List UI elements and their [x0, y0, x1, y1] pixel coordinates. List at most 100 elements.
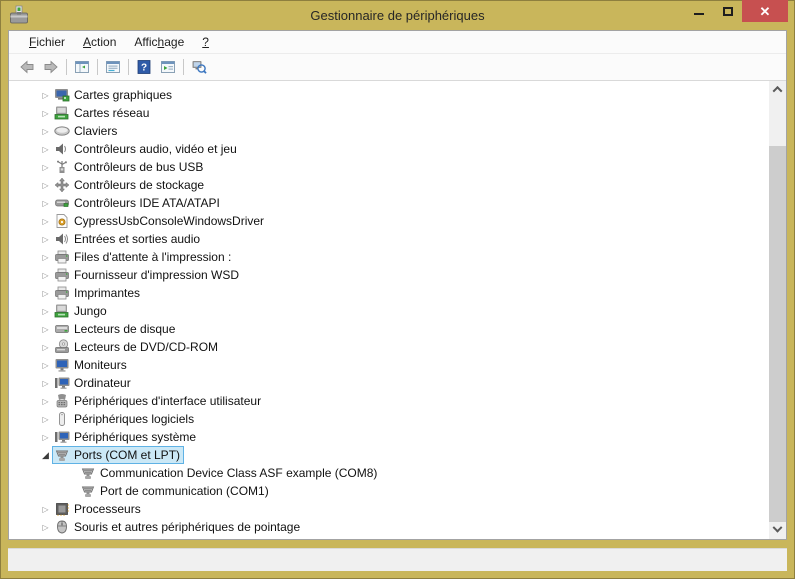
tree-item[interactable]: ▷Périphériques système: [9, 428, 769, 446]
tree-item-body[interactable]: Claviers: [52, 122, 121, 140]
forward-button[interactable]: [39, 56, 63, 78]
tree-item[interactable]: ▷Files d'attente à l'impression :: [9, 248, 769, 266]
tree-item-body[interactable]: Processeurs: [52, 500, 145, 518]
tree-item-body[interactable]: Cartes réseau: [52, 104, 153, 122]
minimize-button[interactable]: [684, 0, 713, 22]
tree-item-body[interactable]: Périphériques logiciels: [52, 410, 198, 428]
tree-item-body[interactable]: Ordinateur: [52, 374, 135, 392]
scroll-down-button[interactable]: [769, 522, 786, 539]
tree-item-body[interactable]: Lecteurs de disque: [52, 320, 179, 338]
tree-item[interactable]: ▷Périphériques logiciels: [9, 410, 769, 428]
show-console-tree-button[interactable]: [70, 56, 94, 78]
device-manager-icon: [9, 5, 29, 25]
tree-item[interactable]: ▷ Imprimantes: [9, 284, 769, 302]
tree-item[interactable]: ▷Moniteurs: [9, 356, 769, 374]
expander-icon[interactable]: ▷: [39, 235, 52, 244]
expander-icon[interactable]: ▷: [39, 181, 52, 190]
tree-item[interactable]: ▷Souris et autres périphériques de point…: [9, 518, 769, 536]
tree-item[interactable]: ▷ Fournisseur d'impression WSD: [9, 266, 769, 284]
expander-icon[interactable]: ▷: [39, 379, 52, 388]
tree-item-label: Processeurs: [74, 502, 141, 516]
expander-icon[interactable]: ▷: [39, 289, 52, 298]
tree-item-label: Ports (COM et LPT): [74, 448, 180, 462]
back-button[interactable]: [15, 56, 39, 78]
tree-item-body[interactable]: Moniteurs: [52, 356, 131, 374]
expander-icon[interactable]: ▷: [39, 433, 52, 442]
toolbar-separator: [128, 59, 129, 75]
tree-item[interactable]: ▷Lecteurs de disque: [9, 320, 769, 338]
tree-item[interactable]: ◢ Ports (COM et LPT): [9, 446, 769, 464]
scan-hardware-changes-button[interactable]: [187, 56, 211, 78]
tree-item-body[interactable]: Contrôleurs de bus USB: [52, 158, 207, 176]
menu-affichage[interactable]: Affichage: [125, 32, 193, 52]
expander-icon[interactable]: ▷: [39, 127, 52, 136]
tree-item[interactable]: Communication Device Class ASF example (…: [9, 464, 769, 482]
tree-item-body[interactable]: Port de communication (COM1): [78, 482, 273, 500]
usb-controller-icon: [54, 159, 70, 175]
menu-fichier[interactable]: Fichier: [20, 32, 74, 52]
tree-item-body[interactable]: Contrôleurs de stockage: [52, 176, 208, 194]
tree-item-body[interactable]: Files d'attente à l'impression :: [52, 248, 235, 266]
tree-item-body[interactable]: Entrées et sorties audio: [52, 230, 204, 248]
expander-icon[interactable]: ▷: [39, 343, 52, 352]
expander-icon[interactable]: ▷: [39, 325, 52, 334]
tree-item[interactable]: ▷Jungo: [9, 302, 769, 320]
tree-item[interactable]: ▷Ordinateur: [9, 374, 769, 392]
expander-icon[interactable]: ▷: [39, 109, 52, 118]
expander-icon[interactable]: ▷: [39, 163, 52, 172]
tree-item-body[interactable]: Cartes graphiques: [52, 86, 176, 104]
tree-item-body[interactable]: Contrôleurs audio, vidéo et jeu: [52, 140, 241, 158]
expander-icon[interactable]: ▷: [39, 253, 52, 262]
properties-button[interactable]: [101, 56, 125, 78]
expander-icon[interactable]: ▷: [39, 217, 52, 226]
tree-item-label: Imprimantes: [74, 286, 140, 300]
tree-item-body[interactable]: Souris et autres périphériques de pointa…: [52, 518, 304, 536]
tree-item[interactable]: ▷ Contrôleurs de bus USB: [9, 158, 769, 176]
help-button[interactable]: [132, 56, 156, 78]
tree-item[interactable]: ▷ Processeurs: [9, 500, 769, 518]
tree-item-body[interactable]: Communication Device Class ASF example (…: [78, 464, 381, 482]
close-button[interactable]: ✕: [742, 0, 788, 22]
tree-item[interactable]: ▷Contrôleurs IDE ATA/ATAPI: [9, 194, 769, 212]
tree-item[interactable]: ▷Contrôleurs de stockage: [9, 176, 769, 194]
expander-icon[interactable]: ▷: [39, 199, 52, 208]
menu-action[interactable]: Action: [74, 32, 125, 52]
maximize-button[interactable]: [713, 0, 742, 22]
expander-icon[interactable]: ▷: [39, 271, 52, 280]
scroll-up-button[interactable]: [769, 81, 786, 98]
scrollbar-thumb[interactable]: [769, 146, 786, 534]
tree-item-body[interactable]: CypressUsbConsoleWindowsDriver: [52, 212, 268, 230]
tree-item-body[interactable]: Périphériques d'interface utilisateur: [52, 392, 265, 410]
action-pane-button[interactable]: [156, 56, 180, 78]
expander-icon[interactable]: ▷: [39, 505, 52, 514]
expander-icon[interactable]: ▷: [39, 361, 52, 370]
expander-icon[interactable]: ▷: [39, 91, 52, 100]
tree-item[interactable]: ▷Périphériques d'interface utilisateur: [9, 392, 769, 410]
tree-item[interactable]: ▷Cartes réseau: [9, 104, 769, 122]
tree-item-body[interactable]: Imprimantes: [52, 284, 144, 302]
expander-icon[interactable]: ▷: [39, 523, 52, 532]
tree-item-body[interactable]: Périphériques système: [52, 428, 200, 446]
tree-item[interactable]: ▷Contrôleurs audio, vidéo et jeu: [9, 140, 769, 158]
tree-item-label: Cartes graphiques: [74, 88, 172, 102]
expander-icon[interactable]: ▷: [39, 145, 52, 154]
tree-item-body[interactable]: Jungo: [52, 302, 111, 320]
tree-item[interactable]: Port de communication (COM1): [9, 482, 769, 500]
tree-item[interactable]: ▷Claviers: [9, 122, 769, 140]
selected-tree-item[interactable]: Ports (COM et LPT): [52, 446, 184, 464]
tree-item-body[interactable]: Lecteurs de DVD/CD-ROM: [52, 338, 222, 356]
tree-item[interactable]: ▷ Cartes graphiques: [9, 86, 769, 104]
tree-item[interactable]: ▷CypressUsbConsoleWindowsDriver: [9, 212, 769, 230]
tree-item-body[interactable]: Contrôleurs IDE ATA/ATAPI: [52, 194, 224, 212]
tree-item[interactable]: ▷Entrées et sorties audio: [9, 230, 769, 248]
expander-icon[interactable]: ◢: [39, 450, 52, 461]
tree-item-label: Fournisseur d'impression WSD: [74, 268, 239, 282]
menu-aide[interactable]: ?: [193, 32, 218, 52]
expander-icon[interactable]: ▷: [39, 397, 52, 406]
tree-item[interactable]: ▷Lecteurs de DVD/CD-ROM: [9, 338, 769, 356]
expander-icon[interactable]: ▷: [39, 307, 52, 316]
vertical-scrollbar[interactable]: [769, 81, 786, 539]
tree-item-body[interactable]: Fournisseur d'impression WSD: [52, 266, 243, 284]
tree-item-label: Contrôleurs de bus USB: [74, 160, 203, 174]
expander-icon[interactable]: ▷: [39, 415, 52, 424]
